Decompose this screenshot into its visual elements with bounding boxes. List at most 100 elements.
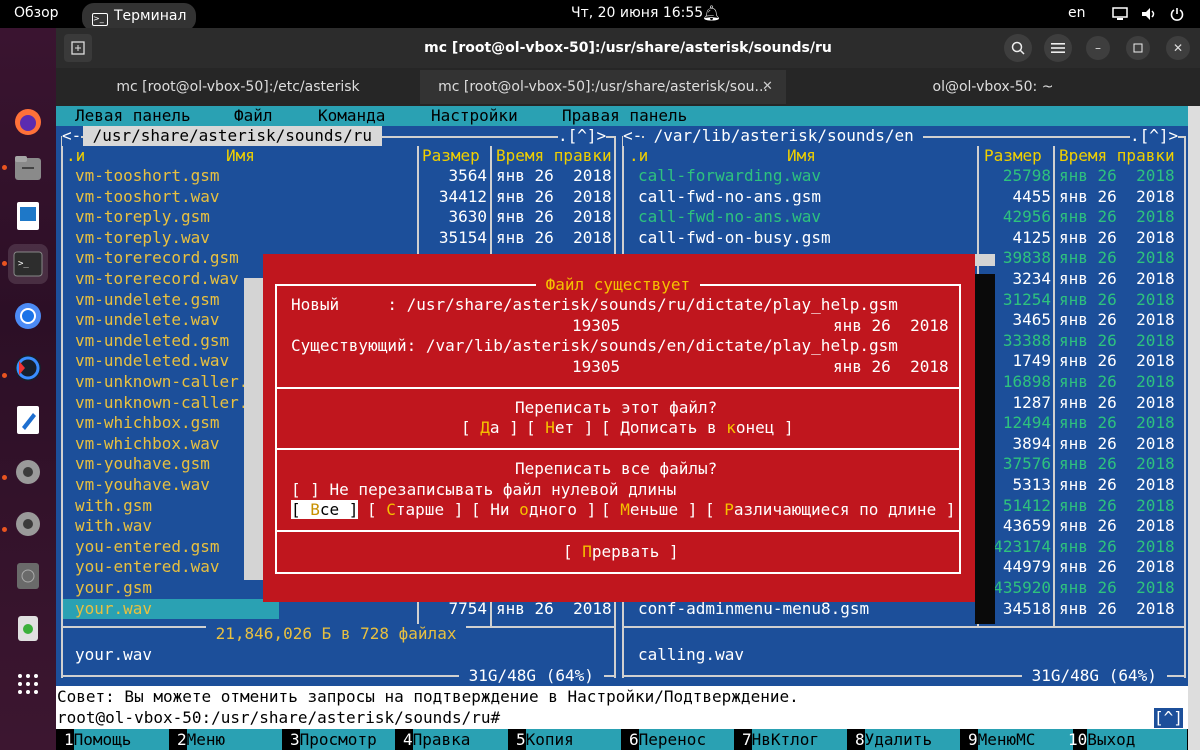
right-file-row[interactable]: call-fwd-on-busy.gsm 4125 янв 26 2018: [617, 228, 1187, 248]
file-date: янв 26 2018: [1059, 289, 1175, 309]
fkey-delete[interactable]: 8Удалить: [855, 729, 960, 750]
fkey-exit[interactable]: 10Выход: [1068, 729, 1188, 750]
menu-right-panel[interactable]: Правая панель: [562, 106, 687, 126]
settings-gear-icon[interactable]: [8, 452, 48, 492]
file-size: 3630: [448, 207, 487, 227]
file-date: янв 26 2018: [1059, 351, 1175, 371]
col-mtime[interactable]: Время правки: [496, 146, 612, 166]
left-file-row[interactable]: vm-toreply.gsm 3630 янв 26 2018: [56, 207, 616, 227]
right-file-row[interactable]: call-fwd-no-ans.gsm 4455 янв 26 2018: [617, 187, 1187, 207]
right-file-row[interactable]: call-fwd-no-ans.wav 42956 янв 26 2018: [617, 207, 1187, 227]
disc-icon[interactable]: [8, 556, 48, 596]
tab-etc-asterisk[interactable]: mc [root@ol-vbox-50]:/etc/asterisk: [56, 70, 420, 104]
close-icon[interactable]: ✕: [1166, 36, 1190, 60]
size-differs-button[interactable]: [ Различающиеся по длине ]: [705, 500, 955, 520]
col-name[interactable]: Имя: [226, 146, 255, 166]
show-apps-grid-icon[interactable]: [8, 664, 48, 704]
files-icon[interactable]: [8, 148, 48, 188]
bell-icon[interactable]: 🔔︎: [702, 0, 721, 28]
menu-command[interactable]: Команда: [318, 106, 385, 126]
file-date: янв 26 2018: [1059, 166, 1175, 185]
file-name: vm-youhave.wav: [75, 475, 210, 494]
smaller-button[interactable]: [ Меньше ]: [601, 500, 697, 520]
col-size[interactable]: Размер: [422, 146, 480, 166]
file-name: your.gsm: [75, 578, 153, 597]
file-date: янв 26 2018: [1059, 598, 1175, 618]
file-date: янв 26 2018: [1059, 310, 1175, 330]
fkey-move[interactable]: 6Перенос: [629, 729, 734, 750]
terminal-scrollbar[interactable]: [1188, 106, 1200, 750]
all-button[interactable]: [ Все ]: [291, 500, 359, 520]
append-button[interactable]: [ Дописать в конец ]: [601, 418, 794, 438]
right-panel-corner-right[interactable]: .[^]>: [1130, 126, 1179, 146]
menu-left-panel[interactable]: Левая панель: [75, 106, 191, 126]
maximize-icon[interactable]: [1126, 36, 1150, 60]
fkey-edit[interactable]: 4Правка: [403, 729, 508, 750]
fkey-mc-menu[interactable]: 9МенюMC: [968, 729, 1073, 750]
keyboard-layout[interactable]: en: [1068, 0, 1086, 28]
close-tab-icon[interactable]: ✕: [762, 70, 773, 104]
firefox-icon[interactable]: [8, 102, 48, 142]
svg-text:>_: >_: [18, 259, 29, 269]
abort-button[interactable]: [ Прервать ]: [563, 542, 679, 562]
app-menu-button[interactable]: >_ Терминал: [82, 3, 197, 31]
none-button[interactable]: [ Ни одного ]: [471, 500, 596, 520]
fkey-copy[interactable]: 5Копия: [516, 729, 621, 750]
left-panel-summary: 21,846,026 Б в 728 файлах: [206, 624, 467, 644]
older-button[interactable]: [ Старше ]: [367, 500, 463, 520]
trash-icon[interactable]: [8, 608, 48, 648]
file-name: with.wav: [75, 516, 153, 536]
left-file-row[interactable]: vm-tooshort.wav 34412 янв 26 2018: [56, 187, 616, 207]
terminal-dock-icon[interactable]: >_: [8, 244, 48, 284]
terminal-app-label: Терминал: [114, 8, 187, 24]
zero-length-checkbox[interactable]: [ ] Не перезаписывать файл нулевой длины: [291, 480, 676, 500]
file-date: янв 26 2018: [1059, 475, 1175, 494]
col-mtime[interactable]: Время правки: [1059, 146, 1175, 166]
existing-file-line: Существующий: /var/lib/asterisk/sounds/e…: [291, 336, 898, 355]
prompt-corner[interactable]: [^]: [1154, 708, 1183, 728]
chrome-icon[interactable]: [8, 296, 48, 336]
network-icon[interactable]: [1112, 0, 1128, 28]
file-name: you-entered.gsm: [75, 536, 220, 556]
fkey-view[interactable]: 3Просмотр: [290, 729, 395, 750]
col-name[interactable]: Имя: [787, 146, 816, 166]
new-file-date: янв 26 2018: [833, 316, 949, 335]
left-panel-corner-right[interactable]: .[^]>: [558, 126, 607, 146]
right-file-row[interactable]: call-forwarding.wav 25798 янв 26 2018: [617, 166, 1187, 186]
search-icon[interactable]: [1004, 34, 1032, 62]
minimize-icon[interactable]: –: [1086, 36, 1110, 60]
power-icon[interactable]: [1170, 0, 1184, 28]
file-size: 4125: [1012, 227, 1051, 247]
tab-sounds-ru[interactable]: mc [root@ol-vbox-50]:/usr/share/asterisk…: [420, 70, 786, 104]
fkey-mkdir[interactable]: 7НвКтлог: [742, 729, 847, 750]
new-file-size: 19305: [572, 316, 621, 335]
text-editor-icon[interactable]: [8, 400, 48, 440]
file-name: you-entered.wav: [75, 557, 220, 577]
opera-icon[interactable]: [8, 348, 48, 388]
col-size[interactable]: Размер: [984, 146, 1042, 166]
file-date: янв 26 2018: [1059, 269, 1175, 288]
file-date: янв 26 2018: [1059, 536, 1175, 556]
left-file-row[interactable]: vm-tooshort.gsm 3564 янв 26 2018: [56, 166, 616, 186]
yes-button[interactable]: [ Да ]: [461, 418, 519, 438]
file-name: vm-torerecord.wav: [75, 269, 239, 288]
tab-home[interactable]: ol@ol-vbox-50: ~: [786, 70, 1200, 104]
volume-icon[interactable]: [1141, 0, 1157, 28]
menu-settings[interactable]: Настройки: [431, 106, 518, 126]
fkey-menu[interactable]: 2Меню: [177, 729, 282, 750]
left-file-row[interactable]: vm-toreply.wav 35154 янв 26 2018: [56, 228, 616, 248]
hamburger-menu-icon[interactable]: [1044, 34, 1072, 62]
file-name: vm-whichbox.wav: [75, 433, 220, 453]
shell-prompt[interactable]: root@ol-vbox-50:/usr/share/asterisk/soun…: [57, 708, 500, 728]
left-panel-corner: <-: [62, 126, 82, 146]
no-button[interactable]: [ Нет ]: [526, 418, 593, 438]
menu-file[interactable]: Файл: [234, 106, 273, 126]
mc-menubar: Левая панель Файл Команда Настройки Прав…: [56, 106, 1188, 126]
activities-button[interactable]: Обзор: [14, 0, 59, 28]
writer-icon[interactable]: [8, 196, 48, 236]
file-name: vm-tooshort.gsm: [75, 166, 220, 185]
file-name: vm-tooshort.wav: [75, 186, 220, 206]
fkey-help[interactable]: 1Помощь: [64, 729, 169, 750]
clock[interactable]: Чт, 20 июня 16:55: [571, 0, 703, 28]
settings-gear-icon-2[interactable]: [8, 504, 48, 544]
